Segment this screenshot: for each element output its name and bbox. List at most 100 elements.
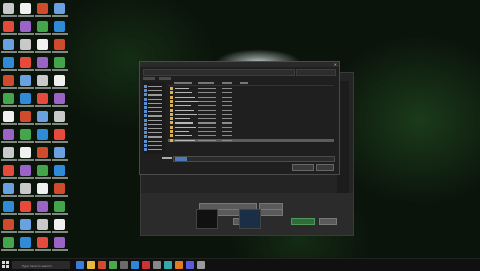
desktop-shortcut-icon[interactable]: [20, 93, 31, 104]
file-row[interactable]: [168, 104, 334, 108]
desktop-shortcut-icon[interactable]: [37, 111, 48, 122]
search-input[interactable]: [296, 69, 336, 76]
open-button[interactable]: [292, 164, 314, 171]
file-row[interactable]: [168, 99, 334, 103]
desktop-shortcut-icon[interactable]: [37, 93, 48, 104]
desktop-shortcut-icon[interactable]: [37, 57, 48, 68]
nav-item[interactable]: [144, 93, 164, 97]
desktop-shortcut-icon[interactable]: [20, 165, 31, 176]
file-row[interactable]: [168, 121, 334, 125]
taskbar-app-icon[interactable]: [175, 261, 183, 269]
media-thumbnail[interactable]: [239, 209, 261, 229]
file-row[interactable]: [168, 87, 334, 90]
nav-item[interactable]: [144, 143, 164, 147]
desktop-shortcut-icon[interactable]: [20, 237, 31, 248]
desktop-shortcut-icon[interactable]: [3, 183, 14, 194]
desktop-shortcut-icon[interactable]: [37, 165, 48, 176]
desktop-shortcut-icon[interactable]: [54, 111, 65, 122]
desktop-shortcut-icon[interactable]: [3, 165, 14, 176]
desktop-shortcut-icon[interactable]: [54, 21, 65, 32]
nav-item[interactable]: [144, 131, 164, 135]
desktop-shortcut-icon[interactable]: [3, 129, 14, 140]
file-row[interactable]: [168, 130, 334, 133]
desktop-shortcut-icon[interactable]: [3, 201, 14, 212]
desktop-shortcut-icon[interactable]: [20, 183, 31, 194]
taskbar-app-icon[interactable]: [142, 261, 150, 269]
file-row[interactable]: [168, 112, 334, 116]
desktop-shortcut-icon[interactable]: [54, 201, 65, 212]
desktop-shortcut-icon[interactable]: [20, 111, 31, 122]
new-folder-button[interactable]: [159, 77, 171, 80]
taskbar-search[interactable]: Type here to search: [12, 261, 70, 269]
desktop-shortcut-icon[interactable]: [37, 219, 48, 230]
breadcrumb[interactable]: [143, 69, 295, 76]
desktop-shortcut-icon[interactable]: [20, 57, 31, 68]
taskbar-app-icon[interactable]: [98, 261, 106, 269]
desktop-shortcut-icon[interactable]: [3, 147, 14, 158]
desktop-shortcut-icon[interactable]: [20, 21, 31, 32]
desktop-shortcut-icon[interactable]: [20, 129, 31, 140]
file-row[interactable]: [168, 117, 334, 121]
desktop-shortcut-icon[interactable]: [3, 57, 14, 68]
desktop-shortcut-icon[interactable]: [20, 39, 31, 50]
close-icon[interactable]: ✕: [334, 62, 337, 67]
app-green-button[interactable]: [291, 218, 315, 225]
desktop-shortcut-icon[interactable]: [54, 129, 65, 140]
desktop-shortcut-icon[interactable]: [3, 39, 14, 50]
nav-item[interactable]: [144, 127, 164, 130]
taskbar-app-icon[interactable]: [164, 261, 172, 269]
desktop-shortcut-icon[interactable]: [37, 147, 48, 158]
nav-item[interactable]: [144, 135, 164, 139]
desktop-shortcut-icon[interactable]: [37, 75, 48, 86]
desktop-shortcut-icon[interactable]: [37, 21, 48, 32]
nav-item[interactable]: [144, 114, 164, 118]
desktop-shortcut-icon[interactable]: [3, 93, 14, 104]
windows-start-icon[interactable]: [2, 261, 10, 269]
desktop-shortcut-icon[interactable]: [54, 183, 65, 194]
desktop-shortcut-icon[interactable]: [3, 3, 14, 14]
taskbar-app-icon[interactable]: [120, 261, 128, 269]
app-secondary-button[interactable]: [319, 218, 337, 225]
cancel-button[interactable]: [316, 164, 334, 171]
desktop-shortcut-icon[interactable]: [37, 237, 48, 248]
desktop-shortcut-icon[interactable]: [37, 201, 48, 212]
taskbar-app-icon[interactable]: [153, 261, 161, 269]
system-tray[interactable]: [448, 261, 478, 269]
desktop-shortcut-icon[interactable]: [54, 3, 65, 14]
filename-field[interactable]: [173, 156, 335, 162]
desktop-shortcut-icon[interactable]: [3, 21, 14, 32]
nav-item[interactable]: [144, 148, 164, 151]
file-row[interactable]: [168, 91, 334, 95]
nav-item[interactable]: [144, 122, 164, 126]
desktop-shortcut-icon[interactable]: [3, 219, 14, 230]
taskbar-app-icon[interactable]: [131, 261, 139, 269]
desktop-shortcut-icon[interactable]: [54, 57, 65, 68]
desktop-shortcut-icon[interactable]: [3, 237, 14, 248]
desktop-shortcut-icon[interactable]: [3, 75, 14, 86]
desktop-shortcut-icon[interactable]: [54, 219, 65, 230]
nav-item[interactable]: [144, 101, 164, 105]
taskbar-app-icon[interactable]: [186, 261, 194, 269]
desktop-shortcut-icon[interactable]: [37, 3, 48, 14]
desktop-shortcut-icon[interactable]: [54, 75, 65, 86]
desktop-shortcut-icon[interactable]: [54, 93, 65, 104]
app-field-4[interactable]: [259, 209, 283, 216]
taskbar-app-icon[interactable]: [87, 261, 95, 269]
desktop-shortcut-icon[interactable]: [54, 237, 65, 248]
nav-item[interactable]: [144, 85, 164, 88]
desktop-shortcut-icon[interactable]: [20, 3, 31, 14]
media-thumbnail[interactable]: [196, 209, 218, 229]
file-row[interactable]: [168, 125, 334, 129]
nav-item[interactable]: [144, 89, 164, 93]
desktop-shortcut-icon[interactable]: [54, 165, 65, 176]
desktop-shortcut-icon[interactable]: [37, 39, 48, 50]
file-row[interactable]: [168, 134, 334, 138]
desktop-shortcut-icon[interactable]: [37, 183, 48, 194]
desktop-shortcut-icon[interactable]: [54, 147, 65, 158]
desktop-shortcut-icon[interactable]: [20, 147, 31, 158]
file-row[interactable]: [168, 95, 334, 99]
nav-item[interactable]: [144, 106, 164, 109]
desktop-shortcut-icon[interactable]: [54, 39, 65, 50]
file-row[interactable]: [168, 138, 334, 142]
desktop-shortcut-icon[interactable]: [20, 219, 31, 230]
